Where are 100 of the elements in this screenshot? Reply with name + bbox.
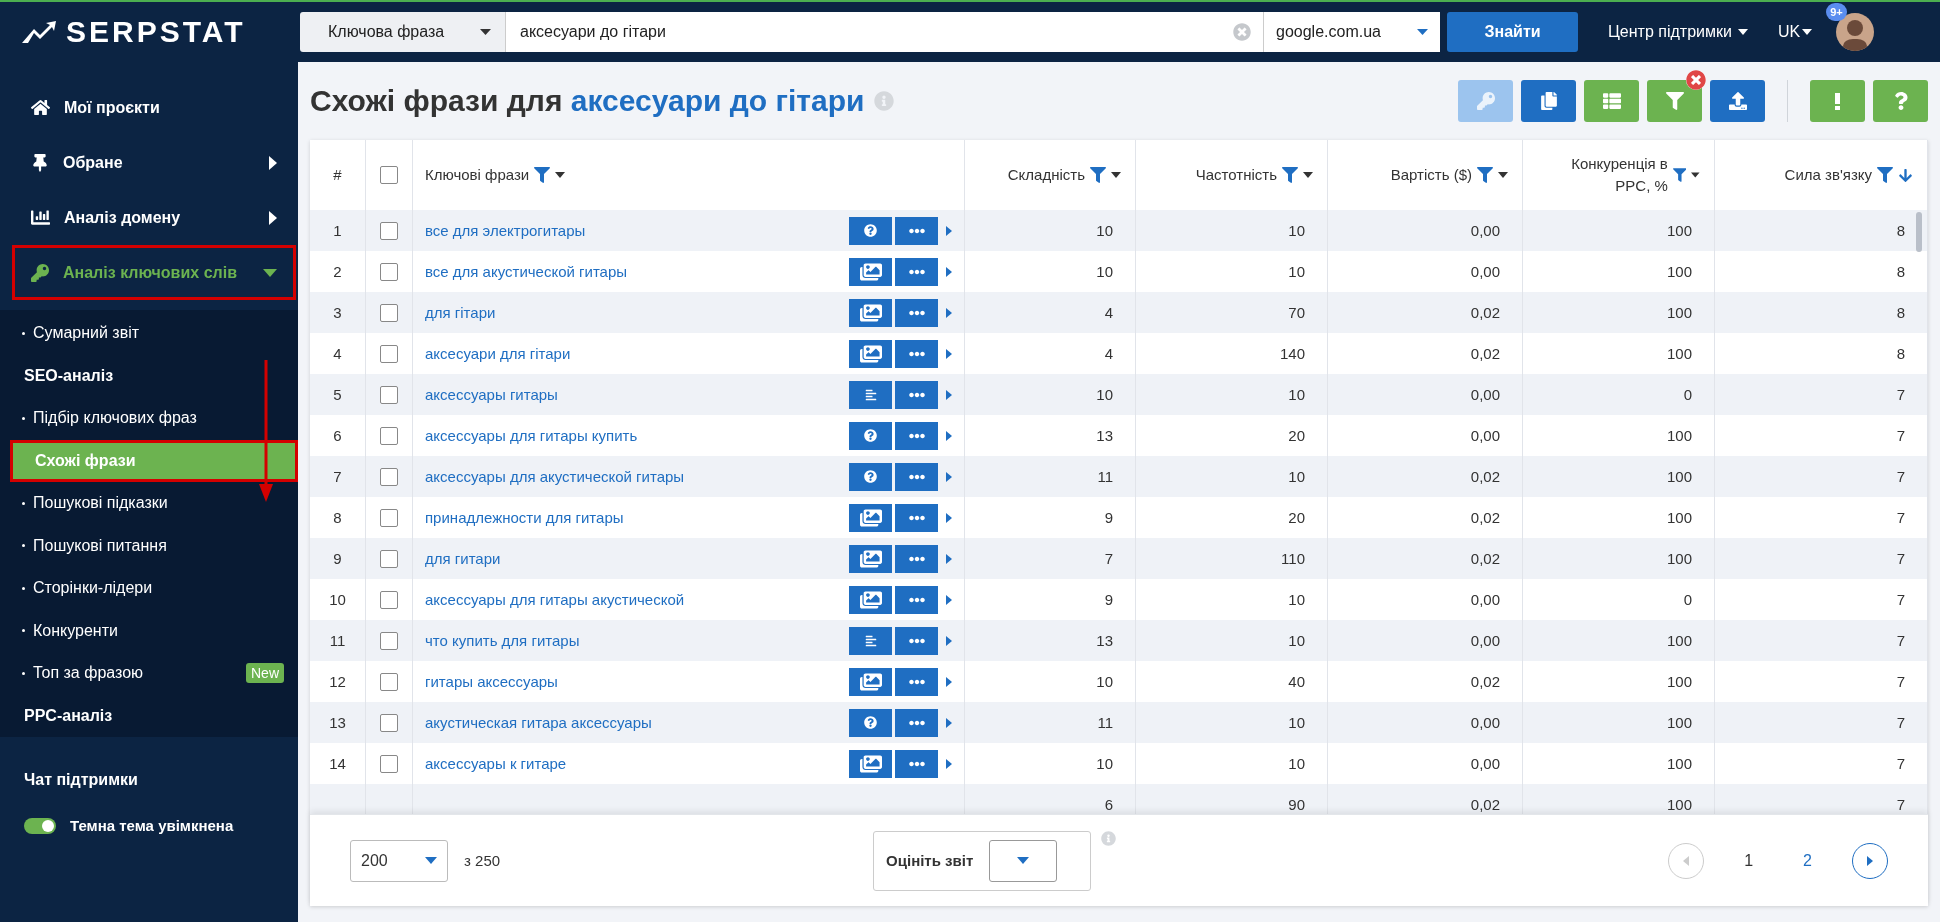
sidebar-subitem[interactable]: Пошукові питання xyxy=(0,524,298,567)
search-field[interactable]: аксесуари до гітари xyxy=(505,12,1263,52)
filter-icon[interactable] xyxy=(1282,167,1298,183)
column-header[interactable]: Конкуренція в PPC, % xyxy=(1537,153,1668,197)
export-button[interactable] xyxy=(1710,80,1765,122)
page-link[interactable]: 2 xyxy=(1793,851,1822,870)
column-header[interactable]: Ключові фрази xyxy=(425,164,530,186)
sidebar-item[interactable]: Обране xyxy=(12,135,296,190)
filter-icon[interactable] xyxy=(1672,167,1687,183)
serp-button[interactable] xyxy=(849,544,892,573)
sidebar-item[interactable]: Мої проєкти xyxy=(12,80,296,135)
more-button[interactable] xyxy=(895,339,938,368)
sort-arrow-icon[interactable] xyxy=(1898,167,1913,183)
row-checkbox[interactable] xyxy=(380,631,398,650)
keyword-link[interactable]: принадлежности для гитары xyxy=(425,509,846,526)
filter-icon[interactable] xyxy=(1090,167,1106,183)
serp-button[interactable] xyxy=(849,585,892,614)
row-checkbox[interactable] xyxy=(380,385,398,404)
serp-button[interactable] xyxy=(849,257,892,286)
more-button[interactable] xyxy=(895,585,938,614)
serp-button[interactable] xyxy=(849,667,892,696)
keyword-link[interactable]: для гітари xyxy=(425,304,846,321)
row-checkbox[interactable] xyxy=(380,303,398,322)
filter-button[interactable] xyxy=(1647,80,1702,122)
more-button[interactable] xyxy=(895,626,938,655)
select-all-checkbox[interactable] xyxy=(380,166,398,184)
sidebar-subitem[interactable]: Сумарний звіт xyxy=(0,312,298,355)
keyword-link[interactable]: аксесуари для гітари xyxy=(425,345,846,362)
row-checkbox[interactable] xyxy=(380,590,398,609)
sidebar-subitem[interactable]: Топ за фразою New xyxy=(0,652,298,695)
row-checkbox[interactable] xyxy=(380,713,398,732)
serp-button[interactable] xyxy=(849,380,892,409)
sidebar-item[interactable]: Аналіз домену xyxy=(12,190,296,245)
copy-button[interactable] xyxy=(1521,80,1576,122)
row-checkbox[interactable] xyxy=(380,672,398,691)
columns-button[interactable] xyxy=(1584,80,1639,122)
keyword-link[interactable]: аксессуары к гитаре xyxy=(425,755,846,772)
more-button[interactable] xyxy=(895,298,938,327)
next-page-button[interactable] xyxy=(1852,842,1888,879)
row-checkbox[interactable] xyxy=(380,426,398,445)
more-button[interactable] xyxy=(895,380,938,409)
serp-button[interactable] xyxy=(849,298,892,327)
filter-icon[interactable] xyxy=(1477,167,1493,183)
more-button[interactable] xyxy=(895,544,938,573)
serp-button[interactable] xyxy=(849,626,892,655)
sidebar-item[interactable]: Аналіз ключових слів xyxy=(12,245,296,300)
filter-icon[interactable] xyxy=(534,167,551,183)
sidebar-subitem[interactable]: Конкуренти xyxy=(0,609,298,652)
query-link[interactable]: аксесуари до гітари xyxy=(570,84,865,117)
row-checkbox[interactable] xyxy=(380,344,398,363)
keyword-link[interactable]: аксессуары гитары xyxy=(425,386,846,403)
serp-button[interactable] xyxy=(849,421,892,450)
more-button[interactable] xyxy=(895,708,938,737)
row-checkbox[interactable] xyxy=(380,754,398,773)
serp-button[interactable] xyxy=(849,749,892,778)
theme-toggle[interactable] xyxy=(24,817,56,834)
keyword-link[interactable]: что купить для гитары xyxy=(425,632,846,649)
sidebar-subitem[interactable]: Підбір ключових фраз xyxy=(0,397,298,440)
support-menu[interactable]: Центр підтримки xyxy=(1608,23,1732,41)
keyword-link[interactable]: гитары аксессуары xyxy=(425,673,846,690)
more-button[interactable] xyxy=(895,216,938,245)
sidebar-subitem[interactable]: Сторінки-лідери xyxy=(0,567,298,610)
keyword-link[interactable]: все для акустической гитары xyxy=(425,263,846,280)
caret-icon[interactable] xyxy=(1303,172,1313,178)
caret-icon[interactable] xyxy=(1111,172,1121,178)
more-button[interactable] xyxy=(895,749,938,778)
engine-select[interactable]: google.com.ua xyxy=(1263,12,1440,52)
search-button[interactable]: Знайти xyxy=(1447,12,1578,52)
rating-select[interactable] xyxy=(989,839,1058,882)
caret-icon[interactable] xyxy=(555,172,566,178)
scrollbar-thumb[interactable] xyxy=(1916,212,1922,252)
feedback-button[interactable] xyxy=(1810,80,1865,122)
serp-button[interactable] xyxy=(849,216,892,245)
row-checkbox[interactable] xyxy=(380,221,398,240)
more-button[interactable] xyxy=(895,667,938,696)
keyword-link[interactable]: все для электрогитары xyxy=(425,222,846,239)
per-page-select[interactable]: 200 xyxy=(350,839,448,882)
sidebar-subitem[interactable]: Пошукові підказки xyxy=(0,482,298,525)
keyword-link[interactable]: аксессуары для гитары акустической xyxy=(425,591,846,608)
chat-link[interactable]: Чат підтримки xyxy=(24,771,138,788)
keyword-link[interactable]: для гитари xyxy=(425,550,846,567)
page-link[interactable]: 1 xyxy=(1734,851,1764,870)
caret-icon[interactable] xyxy=(1691,172,1700,178)
search-type-select[interactable]: Ключова фраза xyxy=(300,12,505,52)
row-checkbox[interactable] xyxy=(380,508,398,527)
remove-icon[interactable] xyxy=(1686,70,1706,90)
more-button[interactable] xyxy=(895,421,938,450)
more-button[interactable] xyxy=(895,462,938,491)
help-button[interactable] xyxy=(1873,80,1928,122)
keyword-link[interactable]: аксессуары для акустической гитары xyxy=(425,468,846,485)
column-header[interactable]: Складність xyxy=(1007,164,1085,186)
column-header[interactable]: Вартість ($) xyxy=(1390,164,1472,186)
serp-button[interactable] xyxy=(849,503,892,532)
more-button[interactable] xyxy=(895,257,938,286)
serp-button[interactable] xyxy=(849,462,892,491)
serp-button[interactable] xyxy=(849,339,892,368)
row-checkbox[interactable] xyxy=(380,262,398,281)
more-button[interactable] xyxy=(895,503,938,532)
language-menu[interactable]: UK xyxy=(1777,23,1801,41)
row-checkbox[interactable] xyxy=(380,549,398,568)
